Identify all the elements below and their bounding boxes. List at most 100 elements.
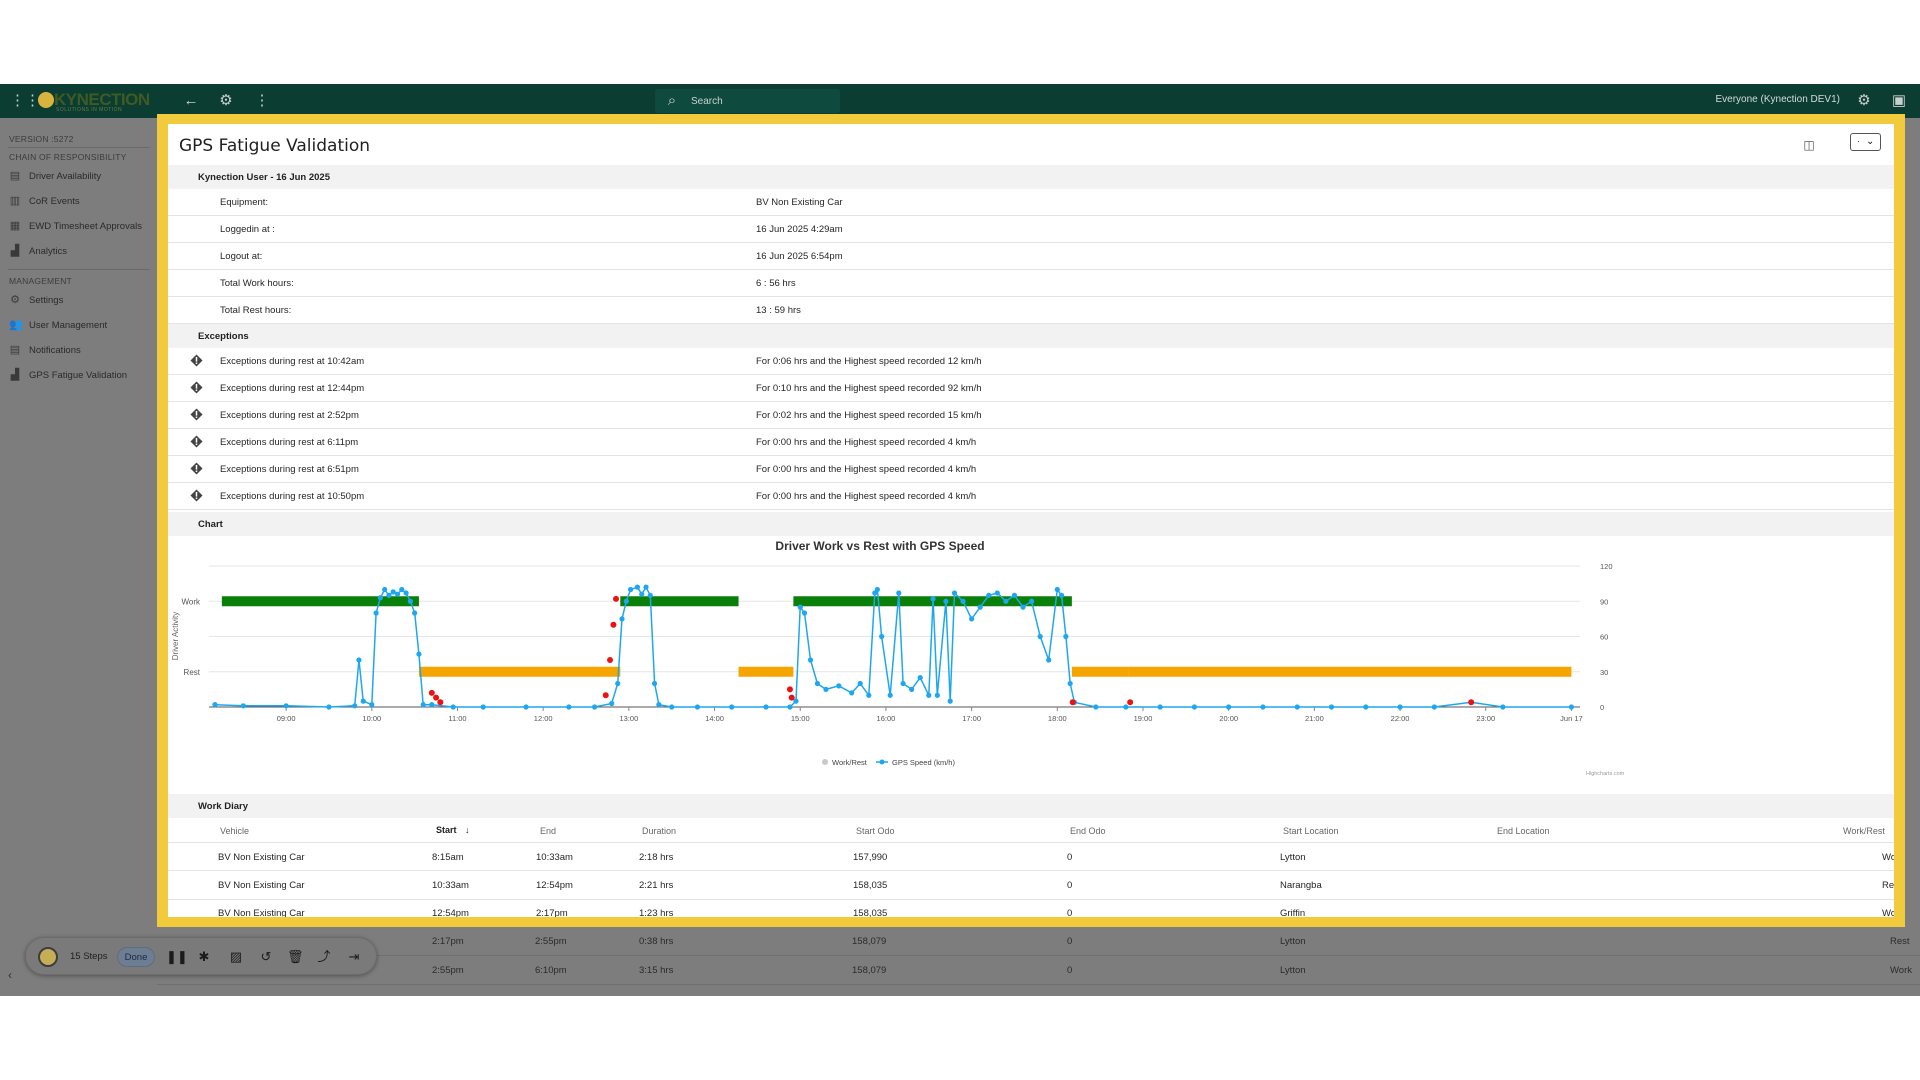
search-input[interactable] (691, 93, 831, 109)
exception-detail: For 0:06 hrs and the Highest speed recor… (756, 356, 982, 367)
timesheet-icon: ▦ (9, 220, 21, 232)
exception-detail: For 0:10 hrs and the Highest speed recor… (756, 383, 982, 394)
table-row[interactable]: BV Non Existing Car 12:54pm 2:17pm 1:23 … (168, 900, 1894, 917)
col-work-rest[interactable]: Work/Rest (1843, 826, 1885, 836)
gps-speed-point (969, 616, 975, 622)
sidebar-item-driver-availability[interactable]: ▤ Driver Availability (9, 167, 149, 185)
cell-start: 12:54pm (432, 908, 469, 917)
pause-icon[interactable]: ❚❚ (166, 949, 188, 965)
columns-icon[interactable]: ◫ (1802, 138, 1816, 152)
back-arrow-icon[interactable]: ← (182, 92, 200, 110)
col-end-location[interactable]: End Location (1497, 826, 1550, 836)
gps-speed-point (283, 703, 289, 709)
x-tick-label: 16:00 (877, 714, 896, 723)
cell-duration: 2:21 hrs (639, 880, 674, 891)
gps-speed-point (412, 610, 418, 616)
gps-speed-point (356, 657, 362, 663)
chart-bars-icon: ▥ (9, 195, 21, 207)
work-rest-chart[interactable]: Driver Work vs Rest with GPS Speed 0 30 60 9… (168, 536, 1894, 792)
analytics-icon: ▟ (10, 245, 20, 257)
sidebar-item-analytics[interactable]: ▟ Analytics (9, 242, 149, 260)
logo-tagline: SOLUTIONS IN MOTION (56, 107, 123, 113)
sidebar-item-label: GPS Fatigue Validation (29, 369, 128, 381)
bg-cell-duration: 3:15 hrs (639, 965, 674, 976)
summary-row-logout: Logout at: 16 Jun 2025 6:54pm (168, 243, 1894, 270)
blur-icon[interactable]: ✱ (196, 949, 212, 965)
sidebar-item-gps-fatigue[interactable]: ▟ GPS Fatigue Validation (9, 366, 149, 384)
done-button[interactable]: Done (117, 947, 155, 967)
bg-cell-work-rest: Work (1890, 965, 1912, 976)
cell-end: 2:17pm (536, 908, 568, 917)
col-end-odo[interactable]: End Odo (1070, 826, 1106, 836)
cell-start-odo: 158,035 (853, 880, 888, 891)
notification-icon: ▤ (9, 344, 21, 356)
skip-to-end-icon[interactable]: ⇥ (346, 949, 362, 965)
gps-speed-point (416, 651, 422, 657)
gps-speed-point (1500, 704, 1506, 710)
account-icon[interactable]: ▣ (1890, 92, 1908, 110)
gps-speed-point (763, 704, 769, 710)
chart-credit: Highcharts.com (1586, 771, 1625, 777)
kynection-logo[interactable]: KYNECTION SOLUTIONS IN MOTION (38, 90, 158, 113)
rest-segment-bar (1128, 666, 1572, 677)
gps-speed-point (960, 598, 966, 604)
gps-speed-point (373, 610, 379, 616)
gps-chart-icon: ▟ (10, 369, 20, 381)
table-row[interactable]: BV Non Existing Car 10:33am 12:54pm 2:21… (168, 871, 1894, 900)
gps-speed-point (394, 591, 401, 597)
x-tick-label: 11:00 (448, 714, 466, 723)
gps-speed-point (643, 584, 649, 590)
top-app-bar: ⋮⋮ KYNECTION SOLUTIONS IN MOTION ← ⚙ ⋮ ⌕… (0, 84, 1920, 118)
gps-speed-point (591, 704, 598, 710)
bg-cell-end-odo: 0 (1067, 965, 1073, 976)
cell-end-odo: 0 (1067, 908, 1073, 917)
gps-speed-point (1363, 704, 1369, 710)
gps-speed-point (926, 692, 932, 698)
image-icon[interactable]: ▨ (228, 949, 244, 965)
x-tick-label: 14:00 (705, 714, 724, 723)
apps-grid-icon[interactable]: ⋮⋮ (10, 92, 40, 110)
settings-gear-icon[interactable]: ⚙ (217, 92, 235, 110)
sidebar-item-user-management[interactable]: 👥 User Management (9, 316, 149, 334)
gps-speed-point (1037, 633, 1043, 640)
sidebar-item-cor-events[interactable]: ▥ CoR Events (9, 192, 149, 210)
gps-speed-point (1020, 604, 1026, 610)
user-context[interactable]: Everyone (Kynection DEV1) (1715, 94, 1840, 105)
x-tick-label: 19:00 (1134, 714, 1153, 723)
sidebar-item-settings[interactable]: ⚙ Settings (9, 291, 149, 309)
table-row[interactable]: BV Non Existing Car 8:15am 10:33am 2:18 … (168, 842, 1894, 871)
col-start[interactable]: Start (436, 825, 457, 835)
summary-value: 13 : 59 hrs (756, 305, 801, 316)
modal-title: GPS Fatigue Validation (179, 136, 371, 156)
gps-speed-point (623, 598, 629, 604)
sort-desc-icon[interactable]: ↓ (465, 825, 470, 835)
col-duration[interactable]: Duration (642, 826, 676, 836)
gps-speed-point (382, 586, 388, 593)
sidebar-item-label: User Management (29, 319, 108, 331)
branch-icon[interactable]: ⤴ (316, 949, 332, 965)
col-end[interactable]: End (540, 826, 556, 836)
dropdown-value: · (1857, 136, 1860, 146)
gps-speed-point (857, 680, 863, 687)
cell-work-rest: Rest (1882, 880, 1894, 891)
undo-icon[interactable]: ↺ (258, 949, 274, 965)
col-start-odo[interactable]: Start Odo (856, 826, 895, 836)
exception-detail: For 0:02 hrs and the Highest speed recor… (756, 410, 982, 421)
sidebar-item-notifications[interactable]: ▤ Notifications (9, 341, 149, 359)
col-vehicle[interactable]: Vehicle (220, 826, 249, 836)
x-tick-label: 09:00 (277, 714, 296, 723)
gps-speed-point (1397, 704, 1403, 710)
gps-speed-point (1067, 680, 1073, 687)
version-label: VERSION :5272 (9, 134, 74, 144)
more-vertical-icon[interactable]: ⋮ (253, 92, 271, 110)
rest-segment-bar (418, 666, 621, 677)
gps-fatigue-modal-frame: GPS Fatigue Validation ◫ · ⌄ Kynection U… (157, 114, 1905, 927)
search-box[interactable]: ⌕ (655, 89, 840, 113)
options-dropdown[interactable]: · ⌄ (1850, 133, 1881, 151)
sidebar-item-ewd-approvals[interactable]: ▦ EWD Timesheet Approvals (9, 217, 149, 235)
collapse-sidebar-icon[interactable]: ‹ (8, 968, 12, 982)
trash-icon[interactable]: 🗑 (287, 949, 304, 965)
sidebar-item-label: Notifications (29, 344, 81, 356)
col-start-location[interactable]: Start Location (1283, 826, 1339, 836)
settings-icon[interactable]: ⚙ (1855, 92, 1873, 110)
